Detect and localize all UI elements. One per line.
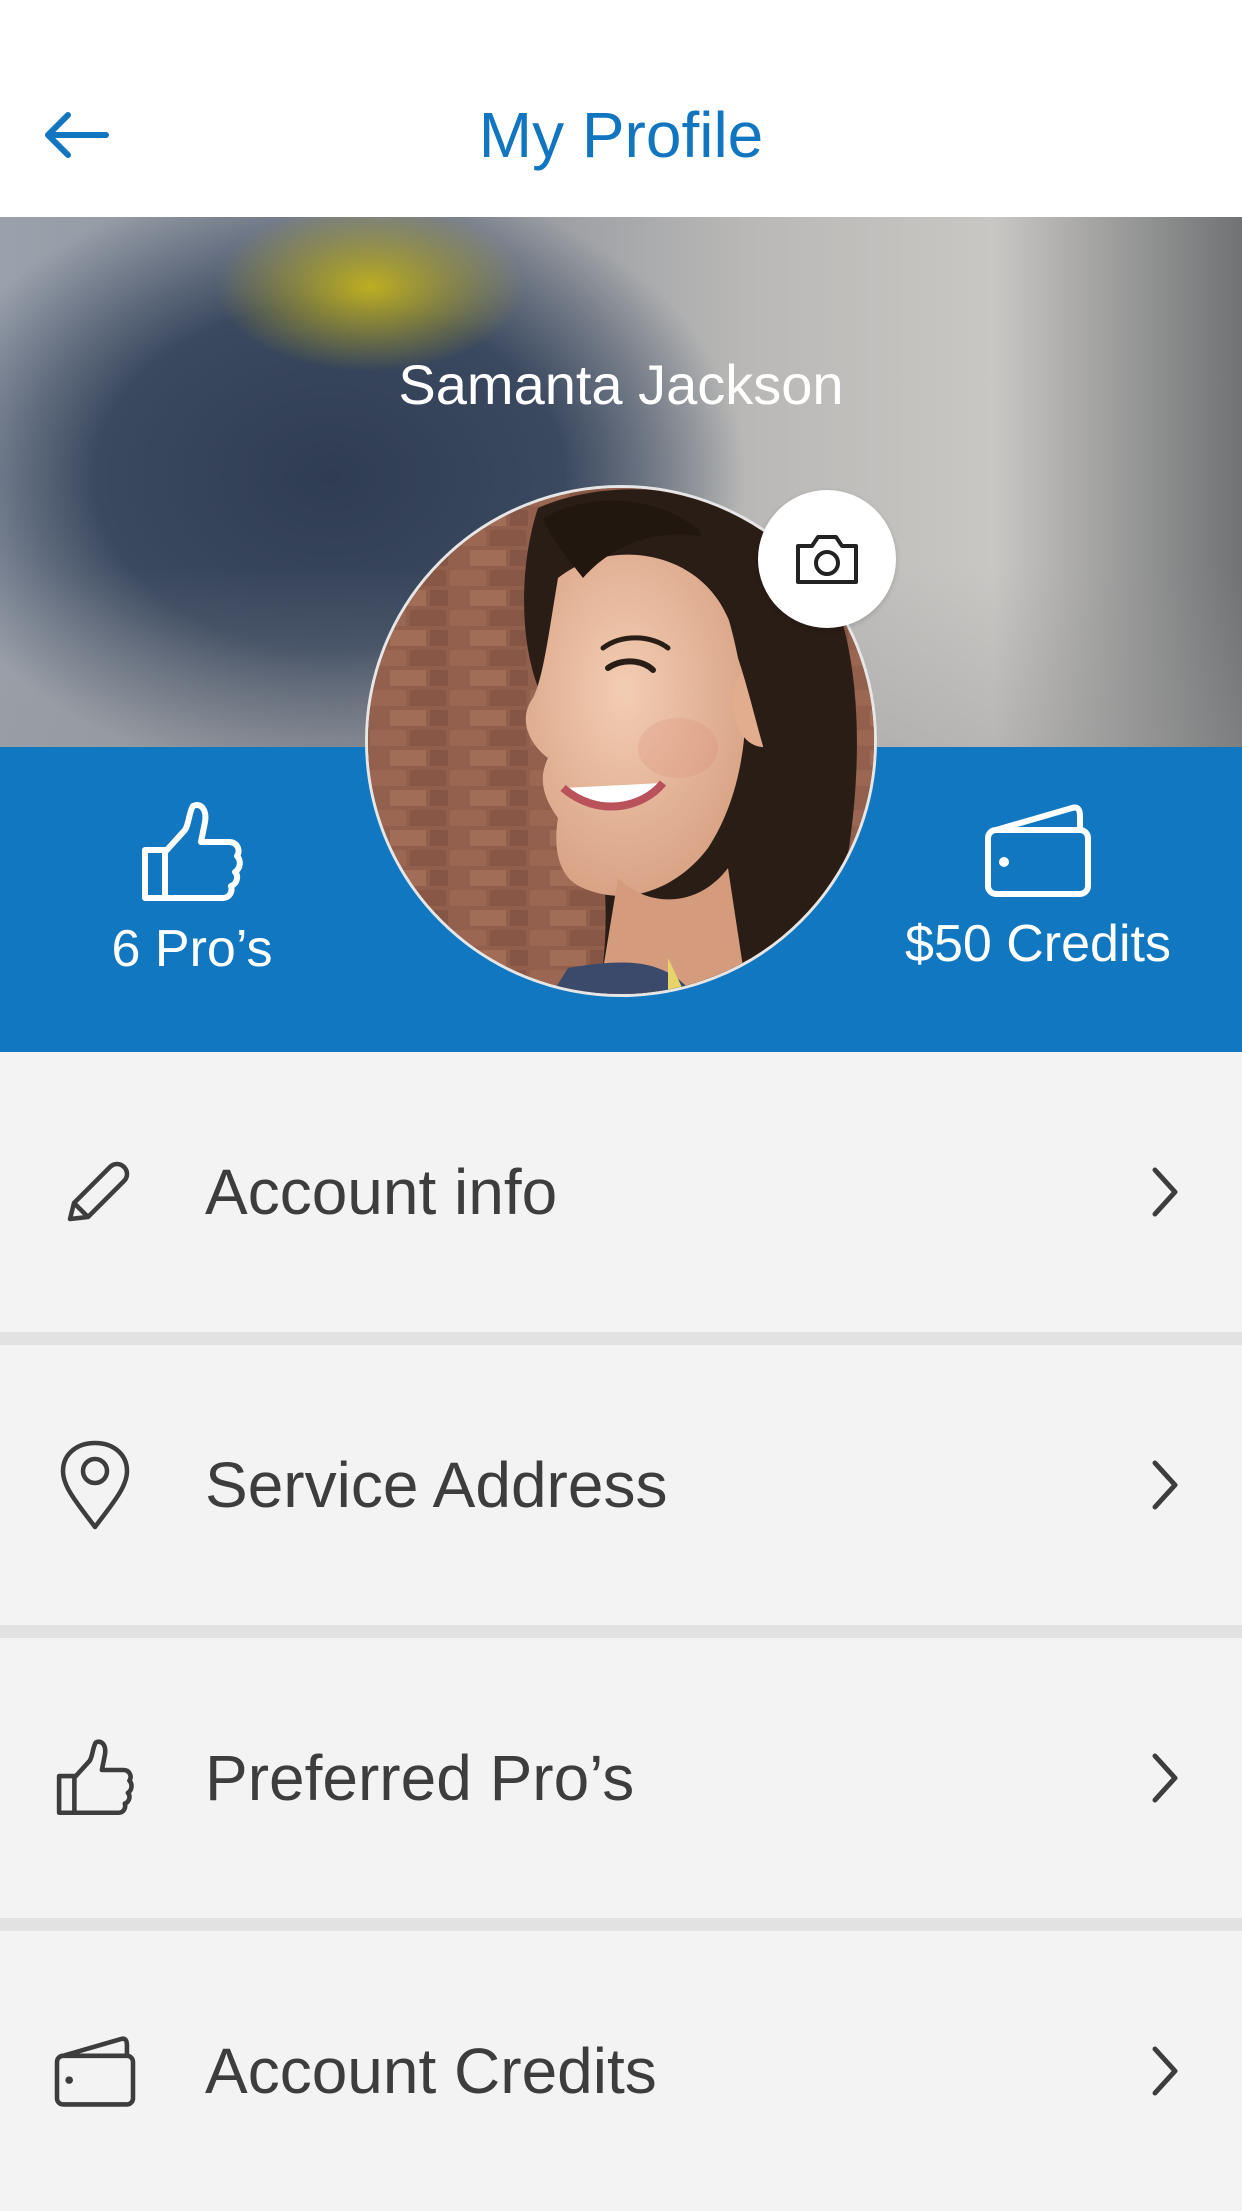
wallet-icon	[985, 804, 1091, 897]
pros-count-label: 6 Pro’s	[111, 920, 273, 978]
pencil-icon	[50, 1147, 140, 1237]
chevron-right-icon	[1152, 2046, 1178, 2096]
menu-item-label: Account info	[205, 1156, 558, 1228]
profile-menu: Account info Service Address Preferred P…	[0, 1052, 1242, 2211]
menu-item-account-credits[interactable]: Account Credits	[0, 1931, 1242, 2211]
menu-item-preferred-pros[interactable]: Preferred Pro’s	[0, 1638, 1242, 1918]
pros-count-stat[interactable]: 6 Pro’s	[42, 800, 342, 979]
change-photo-button[interactable]	[758, 490, 896, 628]
wallet-icon	[50, 2026, 140, 2116]
camera-icon	[796, 535, 858, 584]
menu-item-label: Preferred Pro’s	[205, 1742, 635, 1814]
thumbs-up-icon	[50, 1733, 140, 1823]
menu-item-service-address[interactable]: Service Address	[0, 1345, 1242, 1625]
thumbs-up-icon	[142, 802, 243, 901]
top-nav-bar: My Profile	[0, 0, 1242, 217]
menu-item-label: Service Address	[205, 1449, 668, 1521]
menu-divider	[0, 1625, 1242, 1638]
chevron-right-icon	[1152, 1167, 1178, 1217]
menu-item-account-info[interactable]: Account info	[0, 1052, 1242, 1332]
menu-item-label: Account Credits	[205, 2035, 657, 2107]
menu-divider	[0, 1332, 1242, 1345]
credits-label: $50 Credits	[905, 915, 1171, 973]
page-title: My Profile	[478, 99, 764, 171]
credits-stat[interactable]: $50 Credits	[888, 800, 1188, 974]
menu-divider	[0, 1918, 1242, 1931]
chevron-right-icon	[1152, 1460, 1178, 1510]
user-name: Samanta Jackson	[398, 353, 844, 416]
chevron-right-icon	[1152, 1753, 1178, 1803]
location-pin-icon	[50, 1440, 140, 1530]
